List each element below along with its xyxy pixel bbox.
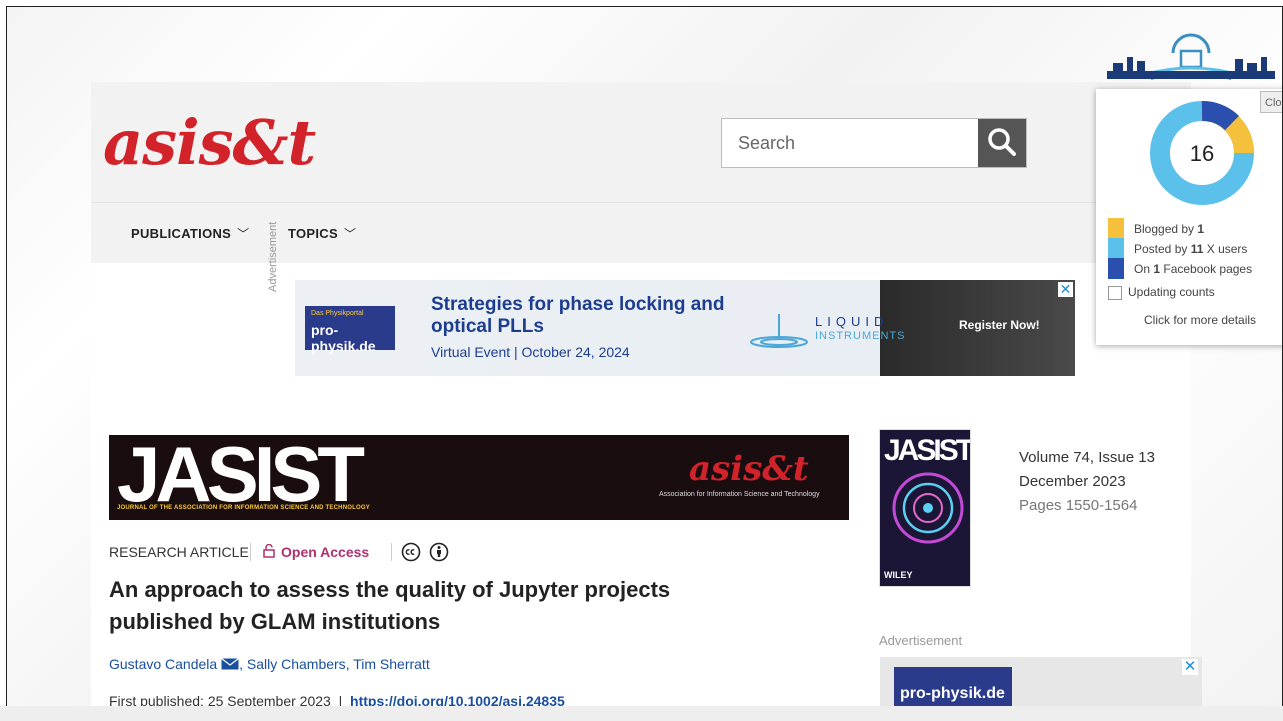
- ad-headline: Strategies for phase locking and optical…: [431, 294, 725, 337]
- issue-pages: Pages 1550-1564: [1019, 497, 1138, 514]
- chevron-down-icon: ﹀: [237, 227, 250, 241]
- ad-label: Advertisement: [267, 221, 279, 292]
- nav-label: PUBLICATIONS: [131, 226, 232, 241]
- issue-cover[interactable]: JASIST WILEY: [879, 429, 971, 587]
- divider: [250, 543, 251, 561]
- cover-title: JASIST: [884, 434, 971, 467]
- asist-logo[interactable]: asis&t: [103, 106, 316, 179]
- author-link[interactable]: Gustavo Candela: [109, 656, 217, 672]
- chevron-down-icon: ﹀: [343, 227, 357, 241]
- divider: [391, 543, 392, 561]
- license-icons[interactable]: [401, 542, 449, 565]
- article-meta: RESEARCH ARTICLE Open Access: [109, 542, 709, 562]
- nav-publications[interactable]: PUBLICATIONS ﹀: [131, 225, 249, 242]
- search-button[interactable]: [978, 119, 1026, 167]
- register-now-button[interactable]: Register Now!: [959, 318, 1040, 332]
- banner-asist-logo: asis&t: [689, 449, 809, 489]
- legend-text: On 1 Facebook pages: [1134, 262, 1253, 276]
- legend-text: Blogged by 1: [1134, 222, 1205, 236]
- altmetric-score: 16: [1190, 141, 1214, 166]
- open-access-label: Open Access: [281, 544, 370, 560]
- updating-counts: Updating counts: [1108, 285, 1215, 300]
- creative-commons-icon: [401, 542, 421, 562]
- pro-physik-logo: pro-physik.de: [894, 667, 1012, 707]
- partner-name: LIQUID: [815, 314, 889, 329]
- slide-frame: asis&t PUBLICATIONS ﹀ TOPICS ﹀ Advertiseme…: [6, 6, 1283, 708]
- journal-banner[interactable]: JASIST JOURNAL OF THE ASSOCIATION FOR IN…: [109, 435, 849, 520]
- banner-asist-logo-sub: Association for Information Science and …: [659, 491, 820, 498]
- altmetric-donut[interactable]: 16: [1148, 99, 1256, 207]
- nav-label: TOPICS: [288, 226, 338, 241]
- ad-close-icon[interactable]: ✕: [1058, 282, 1073, 297]
- open-access-badge: Open Access: [263, 543, 370, 560]
- email-icon[interactable]: [221, 658, 239, 670]
- ad-label: Advertisement: [879, 633, 963, 648]
- author-link[interactable]: Tim Sherratt: [353, 656, 430, 672]
- author-link[interactable]: Sally Chambers: [247, 656, 346, 672]
- bottom-band: [0, 706, 1283, 721]
- broken-image-icon: [1108, 285, 1122, 300]
- altmetric-close-button[interactable]: Clos: [1260, 91, 1282, 113]
- nav-topics[interactable]: TOPICS ﹀: [288, 225, 356, 242]
- author-list: Gustavo Candela , Sally Chambers, Tim Sh…: [109, 656, 430, 672]
- brand-name: pro-physik.de: [311, 322, 376, 354]
- main-nav: PUBLICATIONS ﹀ TOPICS ﹀: [91, 203, 1191, 263]
- pro-physik-logo: Das Physikportal pro-physik.de: [305, 306, 395, 354]
- liquid-drop-icon: [750, 314, 808, 348]
- side-ad-banner[interactable]: pro-physik.de ✕: [880, 657, 1202, 707]
- legend-swatch: [1108, 218, 1124, 239]
- article-type: RESEARCH ARTICLE: [109, 544, 249, 560]
- ad-banner[interactable]: Das Physikportal pro-physik.de Strategie…: [295, 280, 1075, 376]
- article-title: An approach to assess the quality of Jup…: [109, 577, 671, 634]
- journal-banner-subtitle: JOURNAL OF THE ASSOCIATION FOR INFORMATI…: [117, 505, 370, 511]
- site-header: asis&t: [91, 82, 1191, 203]
- more-details-link[interactable]: Click for more details: [1144, 313, 1256, 327]
- search-box: [721, 118, 1027, 168]
- altmetric-popup[interactable]: 16 Blogged by 1 Posted by 11 X users On …: [1096, 89, 1282, 345]
- library-skyline-logo: [1107, 33, 1275, 80]
- unlock-icon: [263, 543, 275, 558]
- search-input[interactable]: [722, 119, 980, 167]
- issue-volume[interactable]: Volume 74, Issue 13: [1019, 446, 1155, 470]
- ad-close-icon[interactable]: ✕: [1182, 659, 1198, 675]
- attribution-icon: [429, 542, 449, 562]
- issue-date: December 2023: [1019, 473, 1126, 490]
- journal-webpage: asis&t PUBLICATIONS ﹀ TOPICS ﹀ Advertiseme…: [91, 82, 1202, 707]
- issue-info: Volume 74, Issue 13 December 2023 Pages …: [1019, 446, 1155, 518]
- legend-swatch: [1108, 258, 1124, 279]
- search-icon: [988, 128, 1016, 156]
- legend-swatch: [1108, 238, 1124, 259]
- legend-text: Posted by 11 X users: [1134, 242, 1248, 256]
- brand-tagline: Das Physikportal: [311, 310, 364, 317]
- partner-sub: INSTRUMENTS: [815, 330, 906, 342]
- cover-publisher: WILEY: [884, 570, 913, 580]
- ad-subline: Virtual Event | October 24, 2024: [431, 344, 630, 360]
